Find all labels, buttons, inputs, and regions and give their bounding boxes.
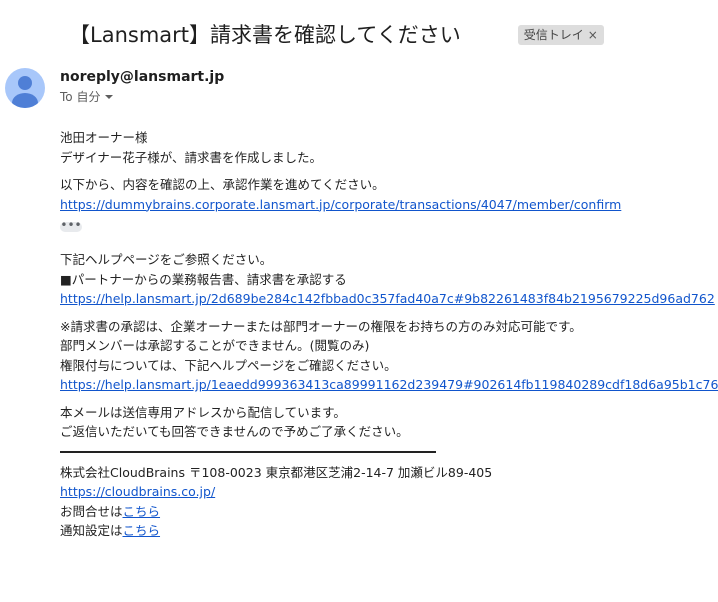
notify-settings-link[interactable]: こちら <box>123 523 161 538</box>
instruction-text: 以下から、内容を確認の上、承認作業を進めてください。 <box>60 177 385 192</box>
notify-prefix: 通知設定は <box>60 523 123 538</box>
inbox-label-chip[interactable]: 受信トレイ × <box>517 25 604 45</box>
confirm-link[interactable]: https://dummybrains.corporate.lansmart.j… <box>60 197 621 212</box>
greeting-line: 池田オーナー様 <box>60 130 148 145</box>
subject-row: 【Lansmart】請求書を確認してください 受信トレイ × <box>69 18 708 52</box>
recipient-line[interactable]: To 自分 <box>60 89 114 105</box>
help-intro-text: 下記ヘルプページをご参照ください。 <box>60 252 273 267</box>
help-link-permissions[interactable]: https://help.lansmart.jp/1eaedd999363413… <box>60 377 718 392</box>
footer-line: ご返信いただいても回答できませんので予めご了承ください。 <box>60 424 409 439</box>
inbox-label-text: 受信トレイ <box>523 28 584 42</box>
chevron-down-icon[interactable] <box>105 95 114 99</box>
help-item-text: ■パートナーからの業務報告書、請求書を承認する <box>60 271 347 287</box>
more-horizontal-icon[interactable]: ••• <box>60 219 82 232</box>
sender-address[interactable]: noreply@lansmart.jp <box>60 68 224 86</box>
email-body: 池田オーナー様 デザイナー花子様が、請求書を作成しました。 以下から、内容を確認… <box>60 128 718 541</box>
greeting-line: デザイナー花子様が、請求書を作成しました。 <box>60 149 323 165</box>
person-avatar-icon[interactable] <box>5 68 45 108</box>
contact-line: お問合せはこちら <box>60 502 710 522</box>
contact-link[interactable]: こちら <box>123 504 161 519</box>
recipient-text: To 自分 <box>60 90 101 104</box>
close-icon[interactable]: × <box>588 25 598 45</box>
note-line: 部門メンバーは承認することができません。(閲覧のみ) <box>60 338 370 353</box>
footer-line: 本メールは送信専用アドレスから配信しています。 <box>60 404 346 420</box>
company-website-link[interactable]: https://cloudbrains.co.jp/ <box>60 484 215 499</box>
signature-divider <box>60 450 436 453</box>
notify-line: 通知設定はこちら <box>60 521 710 541</box>
note-line: ※請求書の承認は、企業オーナーまたは部門オーナーの権限をお持ちの方のみ対応可能で… <box>60 318 582 334</box>
note-line: 権限付与については、下記ヘルプページをご確認ください。 <box>60 357 397 373</box>
company-address: 株式会社CloudBrains 〒108-0023 東京都港区芝浦2-14-7 … <box>60 464 493 480</box>
contact-prefix: お問合せは <box>60 503 123 519</box>
email-subject: 【Lansmart】請求書を確認してください <box>69 23 461 47</box>
person-avatar-svg <box>12 76 38 108</box>
help-link-approve[interactable]: https://help.lansmart.jp/2d689be284c142f… <box>60 291 715 306</box>
